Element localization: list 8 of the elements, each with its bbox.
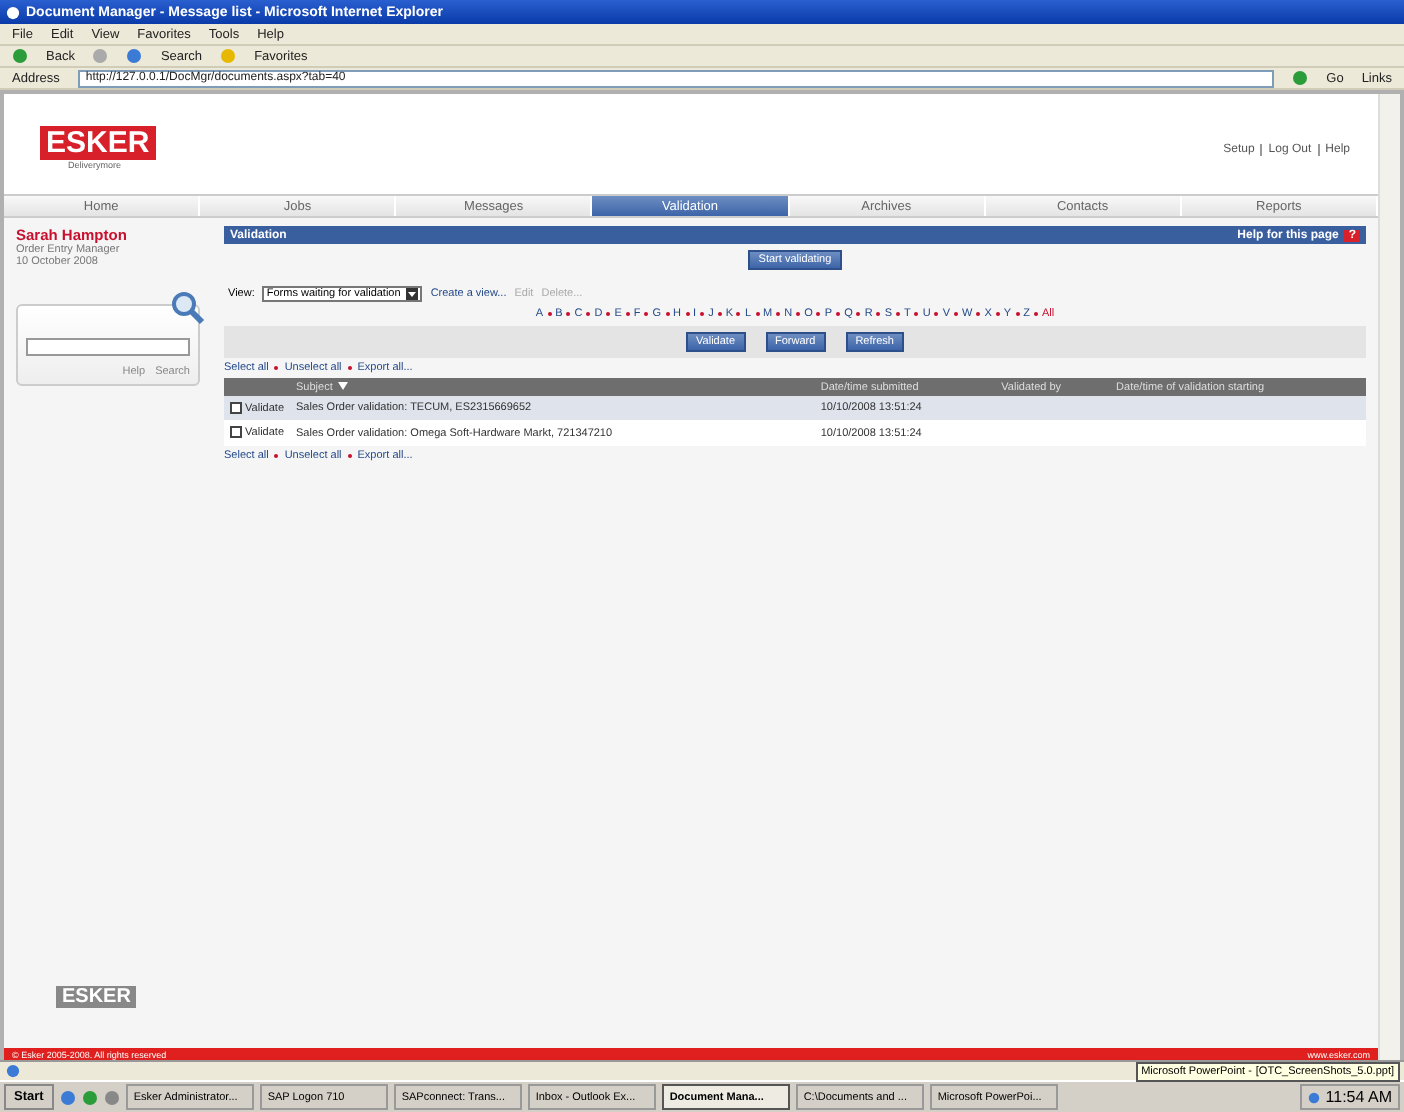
row-checkbox[interactable]	[230, 426, 242, 439]
sort-icon	[338, 381, 349, 389]
clock: 11:54 AM	[1325, 1088, 1392, 1106]
logo: ESKER	[56, 986, 137, 1008]
logo: ESKER	[40, 126, 156, 160]
row-checkbox[interactable]	[230, 402, 242, 414]
search-field[interactable]	[26, 338, 190, 356]
caret-icon	[406, 288, 419, 300]
